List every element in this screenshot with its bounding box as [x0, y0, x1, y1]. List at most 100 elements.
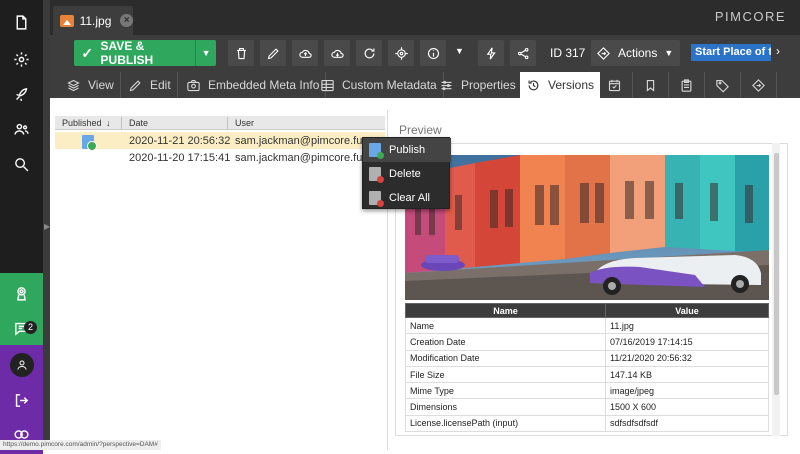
actions-dropdown-icon: ▼ — [664, 48, 674, 58]
column-published[interactable]: Published — [62, 118, 102, 128]
menu-item-clear-all[interactable]: Clear All — [363, 186, 451, 210]
document-tab-title: 11.jpg — [79, 13, 112, 28]
personalization-icon[interactable] — [0, 273, 43, 313]
version-date: 2020-11-20 17:15:41 — [129, 152, 231, 164]
table-row: Creation Date 07/16/2019 17:14:15 — [405, 333, 769, 351]
preview-scrollbar-thumb[interactable] — [774, 153, 779, 395]
tab-custom-metadata[interactable]: Custom Metadata — [314, 72, 444, 98]
pencil-icon — [129, 79, 141, 91]
tab-properties[interactable]: Properties — [433, 72, 523, 98]
metadata-grid-icon — [321, 79, 334, 91]
upload-button[interactable] — [292, 40, 318, 66]
version-user: sam.jackman@pimcore.fun — [235, 135, 369, 147]
tab-custom-metadata-label: Custom Metadata — [342, 78, 437, 92]
notifications-icon[interactable]: 2 — [0, 308, 43, 348]
tab-bookmark[interactable] — [633, 72, 669, 98]
tab-edit[interactable]: Edit — [122, 72, 178, 98]
cloud-upload-icon — [298, 49, 312, 58]
property-value: image/jpeg — [605, 382, 769, 400]
table-row: Mime Type image/jpeg — [405, 382, 769, 400]
table-row: Name 11.jpg — [405, 316, 769, 335]
table-row: Dimensions 1500 X 600 — [405, 398, 769, 416]
property-value: 07/16/2019 17:14:15 — [605, 333, 769, 351]
image-file-icon — [60, 14, 74, 27]
table-row[interactable]: 2020-11-20 17:15:41 sam.jackman@pimcore.… — [55, 149, 385, 166]
publish-icon — [369, 143, 384, 159]
save-options-dropdown-icon[interactable]: ▼ — [195, 40, 216, 66]
camera-icon — [187, 79, 200, 91]
calendar-check-icon — [608, 79, 621, 91]
workflow-icon — [752, 78, 765, 92]
document-tab[interactable]: 11.jpg × — [53, 6, 133, 35]
delete-icon — [369, 167, 384, 183]
pencil-icon — [267, 47, 279, 59]
reload-button[interactable] — [356, 40, 382, 66]
menu-item-delete-label: Delete — [389, 168, 421, 180]
column-date[interactable]: Date — [129, 118, 148, 128]
info-button[interactable] — [420, 40, 446, 66]
property-value: 11.jpg — [605, 316, 769, 335]
info-dropdown-icon[interactable]: ▼ — [455, 46, 464, 56]
download-button[interactable] — [324, 40, 350, 66]
edit-button[interactable] — [260, 40, 286, 66]
save-and-publish-button[interactable]: ✓ SAVE & PUBLISH ▼ — [74, 39, 216, 67]
documents-icon[interactable] — [0, 2, 43, 42]
table-row: Modification Date 11/21/2020 20:56:32 — [405, 349, 769, 367]
notification-count-badge: 2 — [24, 321, 37, 334]
version-date: 2020-11-21 20:56:32 — [129, 135, 231, 147]
delete-button[interactable] — [228, 40, 254, 66]
version-context-menu: Publish Delete Clear All — [362, 137, 451, 210]
clipboard-icon — [681, 78, 692, 92]
actions-label: Actions — [618, 46, 658, 60]
tag-icon — [716, 79, 729, 93]
tab-tags[interactable] — [705, 72, 741, 98]
tab-view[interactable]: View — [60, 72, 121, 98]
tab-embedded-meta-info[interactable]: Embedded Meta Info — [180, 72, 327, 98]
lightning-icon — [486, 47, 496, 59]
tab-view-label: View — [88, 78, 114, 92]
sliders-icon — [441, 80, 452, 90]
search-icon[interactable] — [0, 144, 43, 184]
actions-button[interactable]: Actions ▼ — [591, 40, 680, 66]
share-button[interactable] — [510, 40, 536, 66]
property-value: 11/21/2020 20:56:32 — [605, 349, 769, 367]
close-tab-icon[interactable]: × — [120, 14, 133, 27]
tab-properties-label: Properties — [461, 78, 516, 92]
profile-avatar[interactable] — [0, 345, 43, 385]
checkmark-icon: ✓ — [81, 44, 94, 61]
layers-icon — [67, 79, 80, 91]
sort-down-icon[interactable]: ↓ — [106, 118, 111, 128]
property-value: sdfsdfsdfsdf — [605, 414, 769, 433]
marketing-icon[interactable] — [0, 74, 43, 114]
menu-item-delete[interactable]: Delete — [363, 162, 451, 186]
toolbar-scroll-right-icon[interactable]: › — [776, 44, 780, 58]
users-icon[interactable] — [0, 109, 43, 149]
tab-workflow[interactable] — [741, 72, 777, 98]
tab-versions[interactable]: Versions — [520, 72, 601, 98]
version-user: sam.jackman@pimcore.fun — [235, 152, 369, 164]
table-row[interactable]: 2020-11-21 20:56:32 sam.jackman@pimcore.… — [55, 132, 385, 151]
versions-grid: Published ↓ Date User 2020-11-21 20:56:3… — [55, 116, 385, 450]
menu-item-clear-all-label: Clear All — [389, 192, 430, 204]
property-name: License.licensePath (input) — [405, 414, 606, 433]
status-bar-url: https://demo.pimcore.com/admin/?perspect… — [0, 440, 161, 450]
tab-schedule[interactable] — [597, 72, 633, 98]
versions-icon — [528, 80, 539, 90]
clear-cache-button[interactable] — [478, 40, 504, 66]
workflow-icon — [597, 46, 610, 60]
property-value: 1500 X 600 — [605, 398, 769, 416]
tab-edit-label: Edit — [150, 78, 171, 92]
menu-item-publish[interactable]: Publish — [363, 138, 451, 162]
property-name: Modification Date — [405, 349, 606, 367]
locate-button[interactable] — [388, 40, 414, 66]
asset-id-label: ID 317 — [550, 46, 586, 60]
tab-notes[interactable] — [669, 72, 705, 98]
column-user[interactable]: User — [235, 118, 254, 128]
table-row: File Size 147.14 KB — [405, 365, 769, 384]
asset-properties-table: Name Value Name 11.jpg Creation Date 07/16… — [405, 303, 769, 433]
avatar — [9, 353, 34, 377]
column-name: Name — [405, 303, 606, 318]
settings-gear-icon[interactable] — [0, 39, 43, 79]
property-name: Creation Date — [405, 333, 606, 351]
property-name: File Size — [405, 365, 606, 384]
